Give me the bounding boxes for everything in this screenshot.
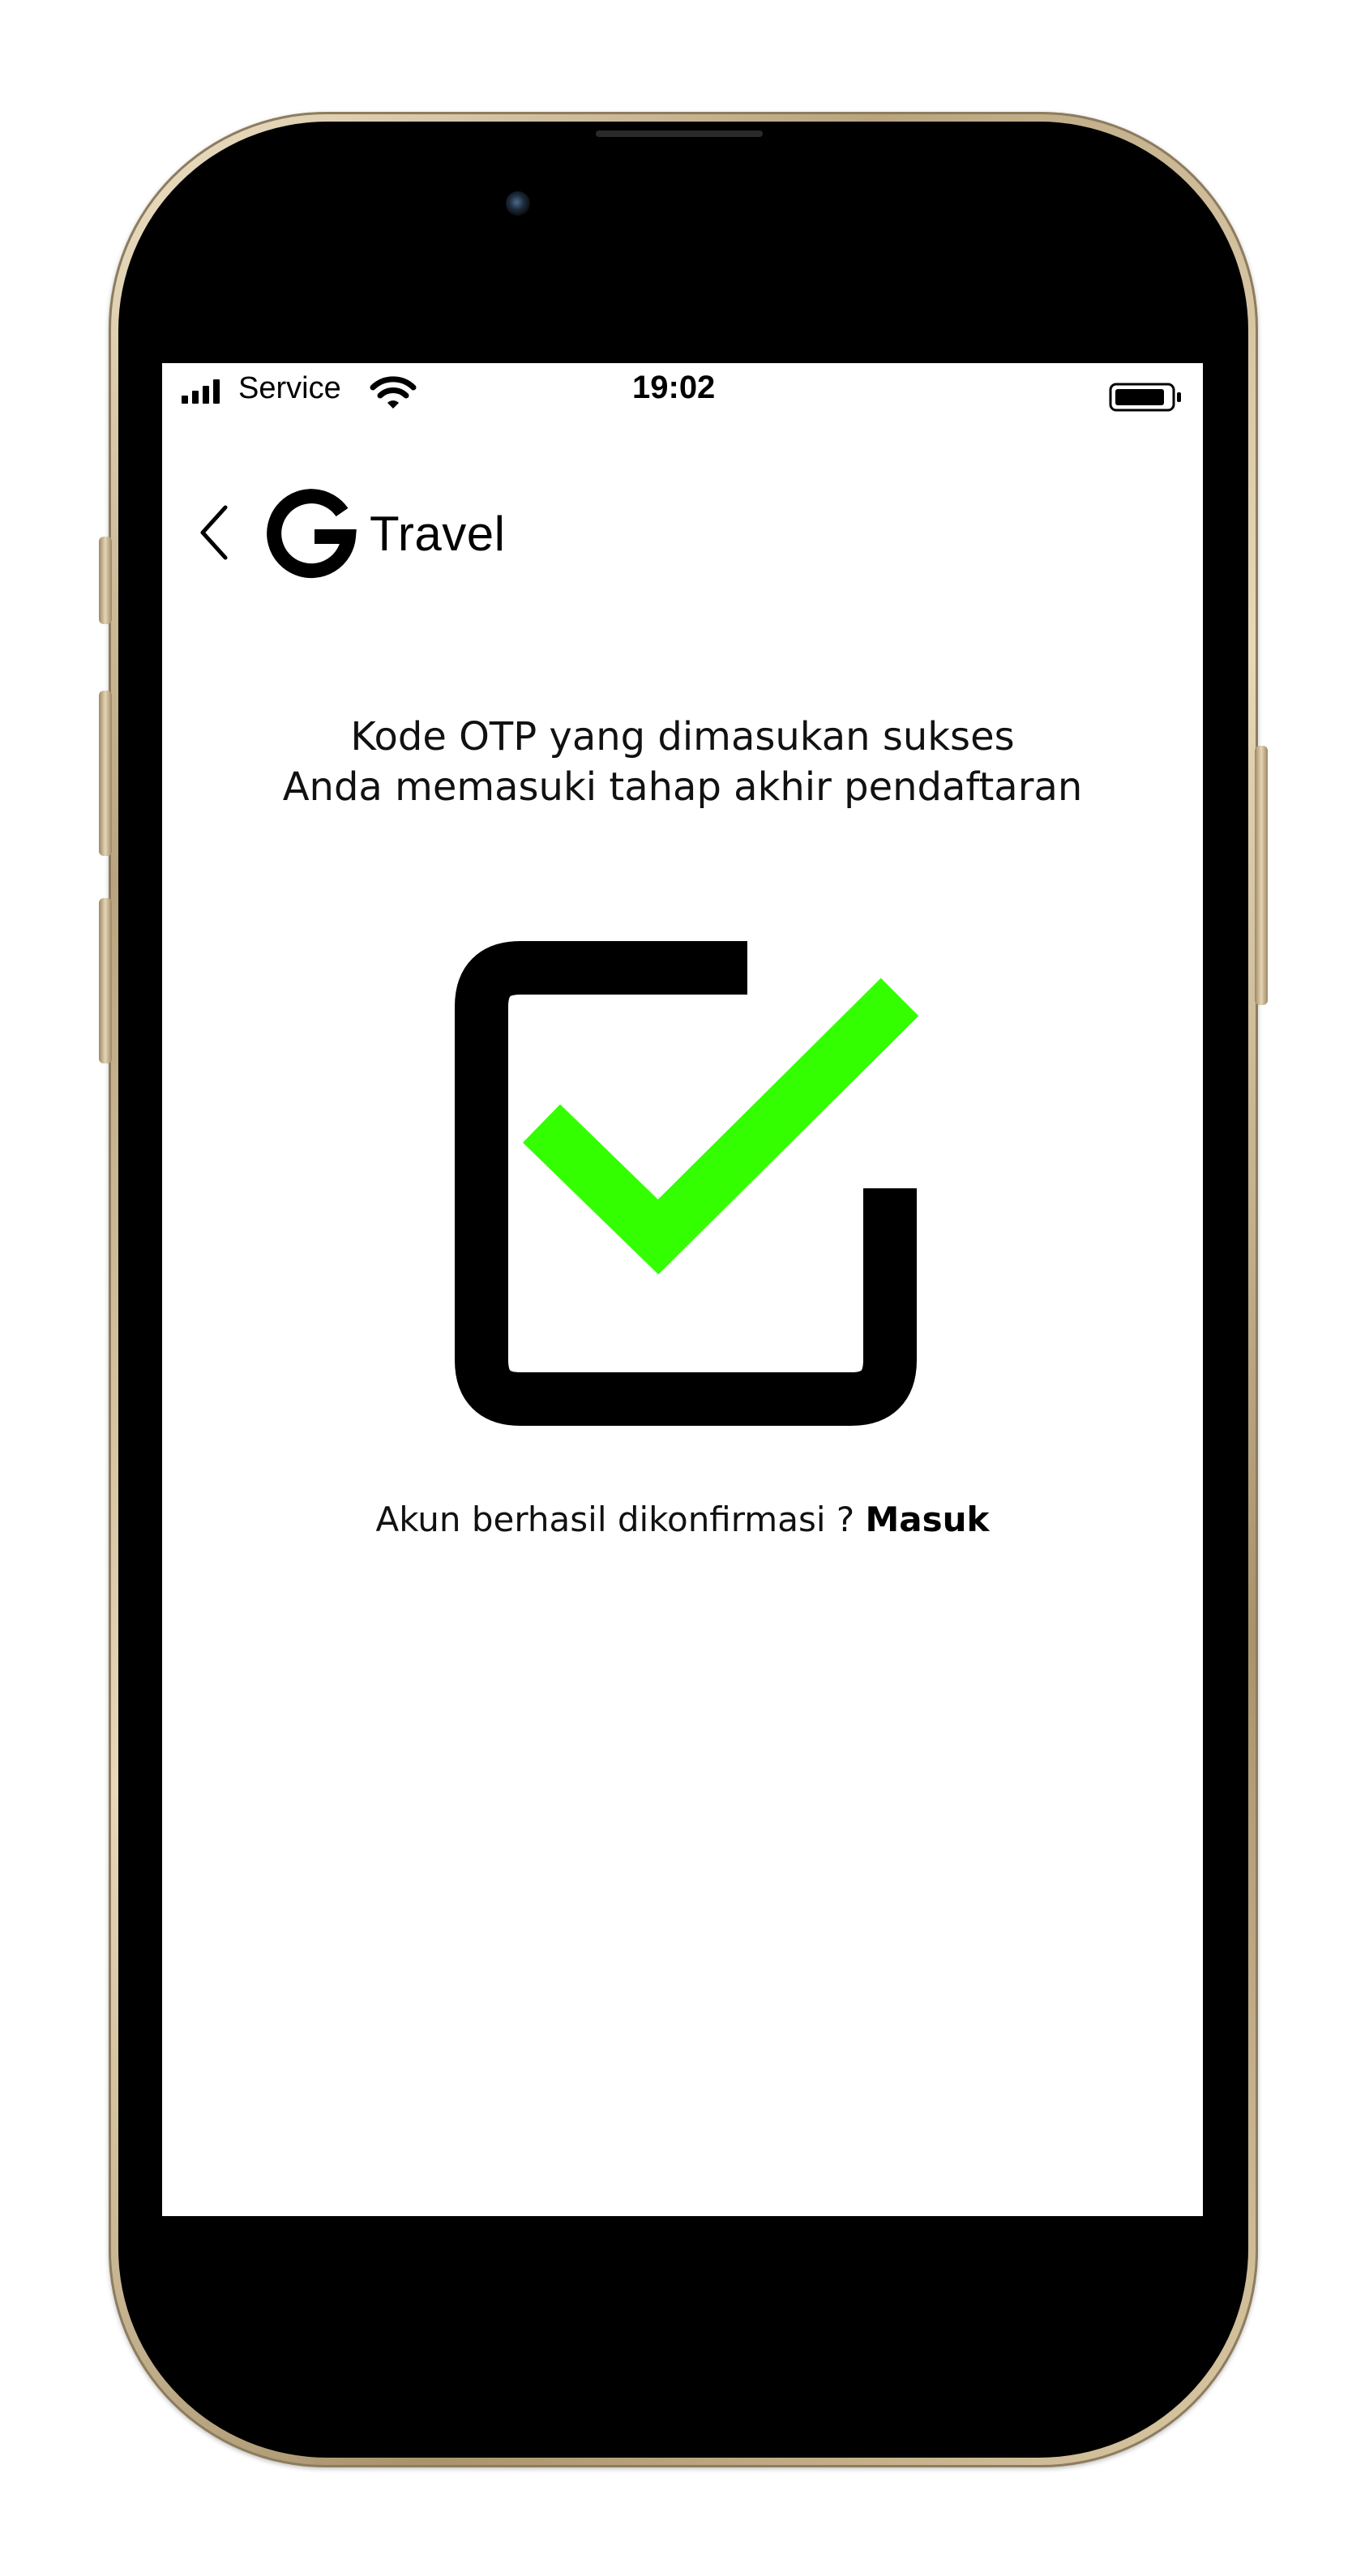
brand-logo: Travel (266, 477, 505, 590)
status-bar: Service 19:02 (162, 363, 1203, 417)
speaker-grille (596, 131, 763, 137)
confirmation-text: Akun berhasil dikonfirmasi ? (375, 1500, 866, 1539)
app-screen: Service 19:02 Travel Kode OTP yang dimas… (162, 363, 1203, 2216)
mute-switch (99, 537, 112, 624)
volume-down-button (99, 898, 112, 1063)
checkbox-checked-icon (455, 941, 919, 1426)
message-line-2: Anda memasuki tahap akhir pendaftaran (282, 764, 1083, 810)
back-button[interactable] (191, 498, 237, 567)
brand-name: Travel (370, 506, 506, 561)
battery-icon (1109, 383, 1181, 412)
power-button (1255, 746, 1268, 1005)
message-line-1: Kode OTP yang dimasukan sukses (350, 714, 1015, 760)
signal-bars-icon (182, 379, 224, 404)
g-logo-icon (267, 489, 357, 579)
login-link[interactable]: Masuk (866, 1500, 990, 1539)
wifi-icon (370, 376, 417, 409)
carrier-name: Service (238, 371, 341, 405)
front-camera-icon (506, 191, 530, 216)
status-time: 19:02 (632, 370, 716, 405)
login-prompt: Akun berhasil dikonfirmasi ? Masuk (162, 1500, 1203, 1539)
volume-up-button (99, 691, 112, 856)
chevron-left-icon (200, 505, 228, 560)
otp-success-message: Kode OTP yang dimasukan sukses Anda mema… (162, 712, 1203, 812)
